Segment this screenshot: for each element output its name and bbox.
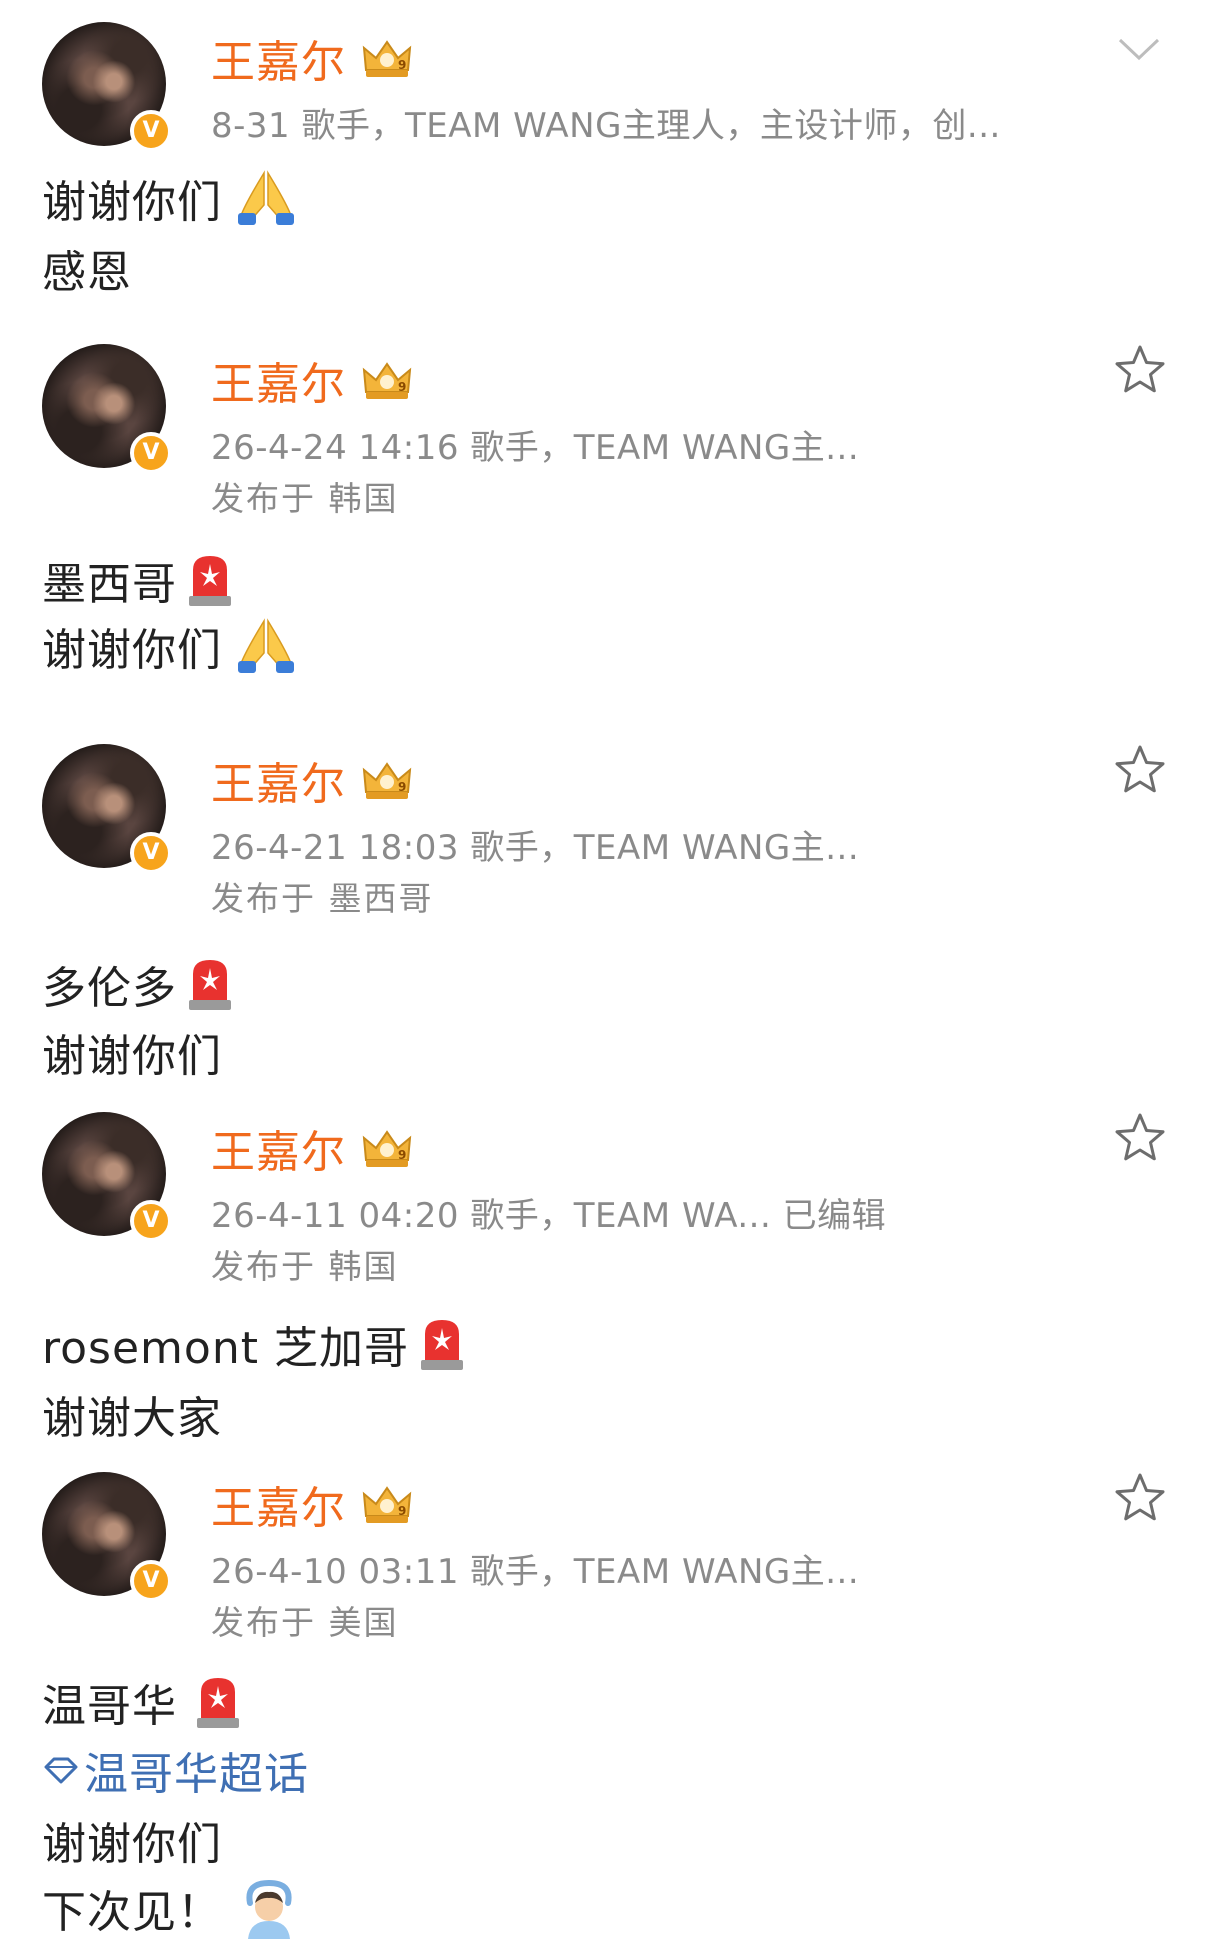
post-location: 发布于 墨西哥 [211, 879, 434, 918]
chevron-down-icon[interactable] [1116, 34, 1162, 64]
police-siren-emoji [189, 556, 231, 606]
avatar[interactable]: V [42, 344, 172, 474]
star-outline-icon[interactable] [1114, 1472, 1166, 1522]
post-text-line: rosemont 芝加哥 [42, 1312, 465, 1376]
author-name[interactable]: 王嘉尔 [211, 26, 346, 90]
weibo-feed: V 王嘉尔 9 8-31 歌手，TEAM WANG主理人，主设计师，创... 谢… [0, 0, 1206, 1951]
post-meta: 26-4-24 14:16 歌手，TEAM WANG主... [211, 428, 860, 468]
svg-text:9: 9 [398, 380, 406, 394]
crown-badge-icon: 9 [362, 1130, 412, 1167]
post-text-line: 温哥华 [42, 1670, 241, 1734]
post-text-line: 谢谢你们 [42, 166, 296, 230]
post-text: 多伦多 [42, 963, 177, 1014]
post-text-line: 感恩 [42, 236, 132, 300]
person-gesturing-ok-emoji [246, 1879, 292, 1939]
svg-text:9: 9 [398, 780, 406, 794]
crown-badge-icon: 9 [362, 1486, 412, 1523]
post-text-line: 下次见！ [42, 1876, 298, 1940]
author-row: 王嘉尔 9 [211, 1120, 414, 1178]
weibo-post: V 王嘉尔 9 8-31 歌手，TEAM WANG主理人，主设计师，创... 谢… [0, 0, 1206, 300]
verified-badge-icon: V [130, 110, 172, 152]
post-location: 发布于 韩国 [211, 479, 399, 518]
weibo-post: V 王嘉尔 9 26-4-24 14:16 歌手，TEAM WANG主... 发… [0, 322, 1206, 682]
post-location: 发布于 美国 [211, 1603, 399, 1642]
author-row: 王嘉尔 9 [211, 352, 414, 410]
author-row: 王嘉尔 9 [211, 1476, 414, 1534]
star-outline-icon[interactable] [1114, 344, 1166, 394]
police-siren-emoji [420, 1320, 463, 1370]
verified-badge-icon: V [130, 1200, 172, 1242]
post-meta: 26-4-10 03:11 歌手，TEAM WANG主... [211, 1552, 860, 1592]
svg-text:9: 9 [398, 1148, 406, 1162]
star-outline-icon[interactable] [1114, 1112, 1166, 1162]
svg-text:9: 9 [398, 1504, 406, 1518]
post-location: 发布于 韩国 [211, 1247, 399, 1286]
post-text: 温哥华 [42, 1681, 177, 1732]
post-text: 墨西哥 [42, 559, 177, 610]
author-row: 王嘉尔 9 [211, 30, 414, 88]
author-name[interactable]: 王嘉尔 [211, 748, 346, 812]
post-text: 感恩 [42, 247, 132, 298]
police-siren-emoji [197, 1678, 239, 1728]
svg-text:9: 9 [398, 58, 406, 72]
star-outline-icon[interactable] [1114, 744, 1166, 794]
weibo-post: V 王嘉尔 9 26-4-21 18:03 歌手，TEAM WANG主... 发… [0, 722, 1206, 1114]
folded-hands-emoji [238, 170, 294, 225]
post-text: 谢谢你们 [42, 1031, 222, 1082]
avatar[interactable]: V [42, 22, 172, 152]
post-text-line: 谢谢你们 [42, 1808, 222, 1872]
author-row: 王嘉尔 9 [211, 752, 414, 810]
post-meta: 26-4-11 04:20 歌手，TEAM WA... 已编辑 [211, 1196, 887, 1236]
post-text-line: 谢谢你们 [42, 614, 296, 678]
diamond-topic-icon [44, 1757, 78, 1784]
super-topic-label: 温哥华超话 [84, 1749, 309, 1800]
crown-badge-icon: 9 [362, 362, 412, 399]
verified-badge-icon: V [130, 432, 172, 474]
post-text: 谢谢你们 [42, 625, 222, 676]
post-text: 谢谢你们 [42, 177, 222, 228]
verified-badge-icon: V [130, 1560, 172, 1602]
post-text: 谢谢大家 [42, 1393, 222, 1444]
post-text: 下次见！ [42, 1887, 222, 1938]
folded-hands-emoji [238, 618, 294, 673]
police-siren-emoji [189, 960, 231, 1010]
crown-badge-icon: 9 [362, 762, 412, 799]
post-text-line: 谢谢你们 [42, 1020, 222, 1084]
avatar[interactable]: V [42, 1472, 172, 1602]
post-text-line: 谢谢大家 [42, 1382, 222, 1446]
avatar[interactable]: V [42, 744, 172, 874]
weibo-post: V 王嘉尔 9 26-4-10 03:11 歌手，TEAM WANG主... 发… [0, 1442, 1206, 1951]
author-name[interactable]: 王嘉尔 [211, 348, 346, 412]
crown-badge-icon: 9 [362, 40, 412, 77]
verified-badge-icon: V [130, 832, 172, 874]
avatar[interactable]: V [42, 1112, 172, 1242]
post-meta: 26-4-21 18:03 歌手，TEAM WANG主... [211, 828, 860, 868]
weibo-post: V 王嘉尔 9 26-4-11 04:20 歌手，TEAM WA... 已编辑 … [0, 1090, 1206, 1462]
post-text: rosemont 芝加哥 [42, 1323, 409, 1374]
author-name[interactable]: 王嘉尔 [211, 1472, 346, 1536]
post-text-line: 墨西哥 [42, 548, 233, 612]
post-text-line: 多伦多 [42, 952, 233, 1016]
post-meta: 8-31 歌手，TEAM WANG主理人，主设计师，创... [211, 106, 1001, 146]
super-topic-link[interactable]: 温哥华超话 [42, 1738, 309, 1802]
post-text: 谢谢你们 [42, 1819, 222, 1870]
author-name[interactable]: 王嘉尔 [211, 1116, 346, 1180]
